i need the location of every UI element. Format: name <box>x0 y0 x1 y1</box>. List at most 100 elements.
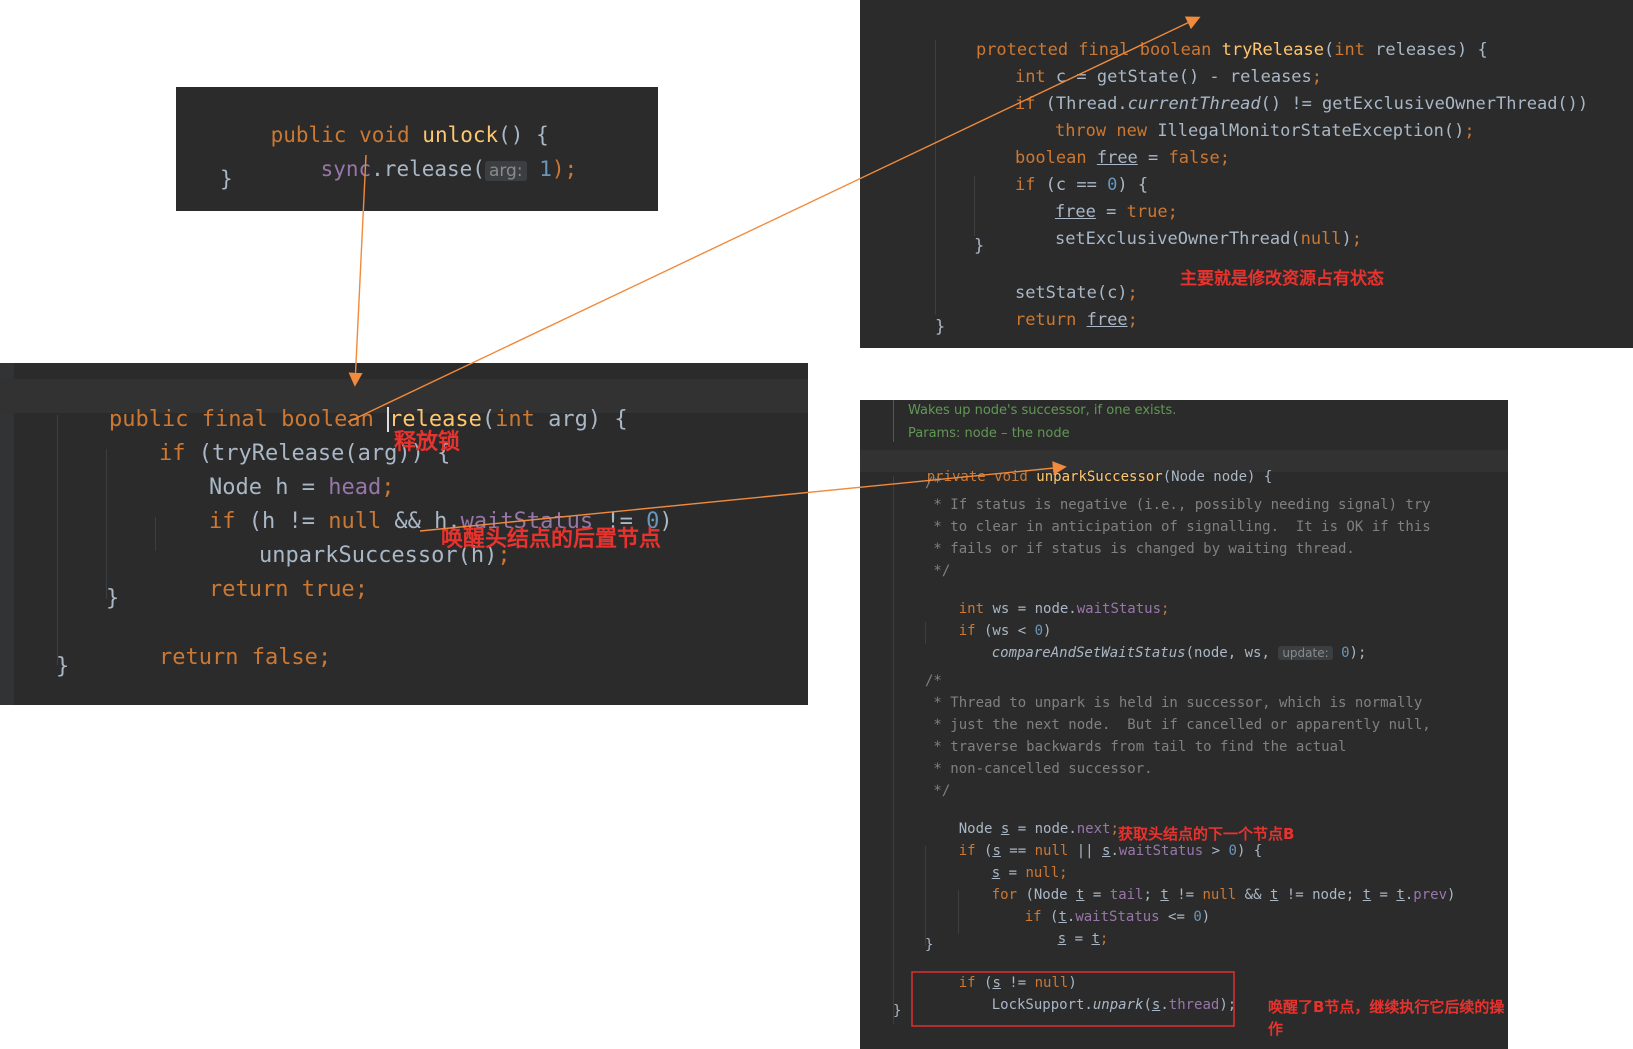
code-token: <= <box>1159 909 1194 925</box>
code-token: setExclusiveOwnerThread( <box>1054 229 1301 249</box>
code-token: sync <box>320 157 372 181</box>
code-token: int <box>495 407 535 432</box>
param-hint: update: <box>1278 646 1333 660</box>
code-token: ; <box>1351 229 1363 249</box>
code-token: = <box>1371 887 1397 903</box>
comment-line: * to clear in anticipation of signalling… <box>925 519 1431 535</box>
code-token: LockSupport. <box>991 997 1093 1013</box>
code-line: } <box>220 167 233 191</box>
param-hint: arg: <box>484 161 527 181</box>
comment-line: * traverse backwards from tail to find t… <box>925 739 1347 755</box>
annotation-wake-b: 唤醒了B节点，继续执行它后续的操作 <box>1268 998 1505 1038</box>
comment-line: * If status is negative (i.e., possibly … <box>925 497 1431 513</box>
annotation-get-next: 获取头结点的下一个节点B <box>1118 825 1295 843</box>
code-token: false <box>1168 148 1220 168</box>
code-line: sync.release(arg: 1); <box>270 133 577 205</box>
code-token: . <box>1110 843 1119 859</box>
code-token: ) <box>1201 909 1211 925</box>
code-token: ; <box>1161 601 1170 617</box>
unpark-successor-code-panel: Wakes up node's successor, if one exists… <box>860 400 1508 1049</box>
code-token: ; <box>1464 121 1475 141</box>
code-token: ; <box>354 577 368 602</box>
code-token: > <box>1203 843 1229 859</box>
code-token: ); <box>1349 645 1367 661</box>
code-token: s <box>1057 931 1067 947</box>
code-token: ) { <box>1236 843 1263 859</box>
comment-line: /* <box>925 475 942 491</box>
code-line: return false; <box>106 620 331 695</box>
code-token: ) <box>1447 887 1456 903</box>
code-token: private void <box>926 469 1037 485</box>
code-token: (Node node) { <box>1162 469 1273 485</box>
code-token: . <box>1160 997 1169 1013</box>
code-line: } <box>56 654 70 679</box>
code-token: ) <box>1341 229 1352 249</box>
code-line: return true; <box>156 552 368 627</box>
code-token: t <box>1396 887 1405 903</box>
code-token: arg) { <box>534 407 628 432</box>
code-token: t <box>1091 931 1100 947</box>
code-token: || <box>1068 843 1103 859</box>
code-token: 0 <box>1228 843 1237 859</box>
code-token: free <box>1086 310 1128 330</box>
code-token: ); <box>551 157 578 181</box>
code-token: ) <box>659 509 673 534</box>
code-line: } <box>893 1003 902 1019</box>
code-token: return false <box>158 645 318 670</box>
code-token: waitStatus <box>1118 843 1204 859</box>
code-line: } <box>935 317 946 337</box>
code-line: compareAndSetWaitStatus(node, ws, update… <box>958 629 1367 677</box>
release-code-panel: public final boolean release(int arg) { … <box>0 363 808 705</box>
code-token: ; <box>317 645 332 670</box>
code-token: thread <box>1168 997 1220 1013</box>
code-line: LockSupport.unpark(s.thread); <box>958 981 1236 1029</box>
doc-guide <box>893 400 894 442</box>
code-line: } <box>925 937 934 953</box>
code-token: = <box>1066 931 1092 947</box>
code-token: null <box>1300 229 1342 249</box>
code-token: ); <box>1219 997 1237 1013</box>
code-token: releases) { <box>1364 40 1488 60</box>
comment-line: /* <box>925 673 942 689</box>
code-line: setExclusiveOwnerThread(null); <box>1014 209 1362 269</box>
code-token: ( <box>481 407 496 432</box>
code-token: ; <box>1219 148 1230 168</box>
code-line: return free; <box>974 290 1138 348</box>
code-token: return true <box>208 577 355 602</box>
code-token: 0 <box>1341 645 1350 661</box>
comment-line: */ <box>925 563 951 579</box>
code-line: s = t; <box>1024 915 1109 963</box>
annotation-release-lock: 释放锁 <box>394 430 461 455</box>
annotation-modify-state: 主要就是修改资源占有状态 <box>1180 269 1384 289</box>
code-token: ; <box>1099 931 1109 947</box>
comment-line: * fails or if status is changed by waiti… <box>925 541 1355 557</box>
code-token: prev <box>1413 887 1447 903</box>
code-token: compareAndSetWaitStatus <box>991 645 1186 661</box>
comment-line: */ <box>925 783 951 799</box>
code-token: 0 <box>1193 909 1202 925</box>
code-token: waitStatus <box>1076 601 1162 617</box>
code-token: && <box>1236 887 1270 903</box>
comment-line: * just the next node. But if cancelled o… <box>925 717 1431 733</box>
editor-gutter <box>0 363 14 705</box>
comment-line: * non-cancelled successor. <box>925 761 1153 777</box>
code-line: } <box>974 236 985 256</box>
code-token: t <box>1362 887 1372 903</box>
code-token: unpark <box>1092 997 1144 1013</box>
tryrelease-code-panel: protected final boolean tryRelease(int r… <box>860 0 1633 348</box>
code-token: ( <box>1143 997 1152 1013</box>
javadoc-line: Params: node – the node <box>908 426 1070 441</box>
indent-guide <box>893 476 894 1024</box>
code-token: ( <box>1323 40 1335 60</box>
code-token: 1 <box>539 157 552 181</box>
code-token: .release( <box>371 157 485 181</box>
code-token: return <box>1014 310 1087 330</box>
comment-line: * Thread to unpark is held in successor,… <box>925 695 1423 711</box>
annotation-wake-head: 唤醒头结点的后置节点 <box>441 527 662 552</box>
code-token: unparkSuccessor <box>1036 469 1163 485</box>
code-line: private void unparkSuccessor(Node node) … <box>893 453 1273 501</box>
code-token: != node; <box>1278 887 1363 903</box>
javadoc-line: Wakes up node's successor, if one exists… <box>908 403 1177 418</box>
unlock-code-panel: public void unlock() { sync.release(arg:… <box>176 87 658 211</box>
indent-guide <box>935 40 936 315</box>
